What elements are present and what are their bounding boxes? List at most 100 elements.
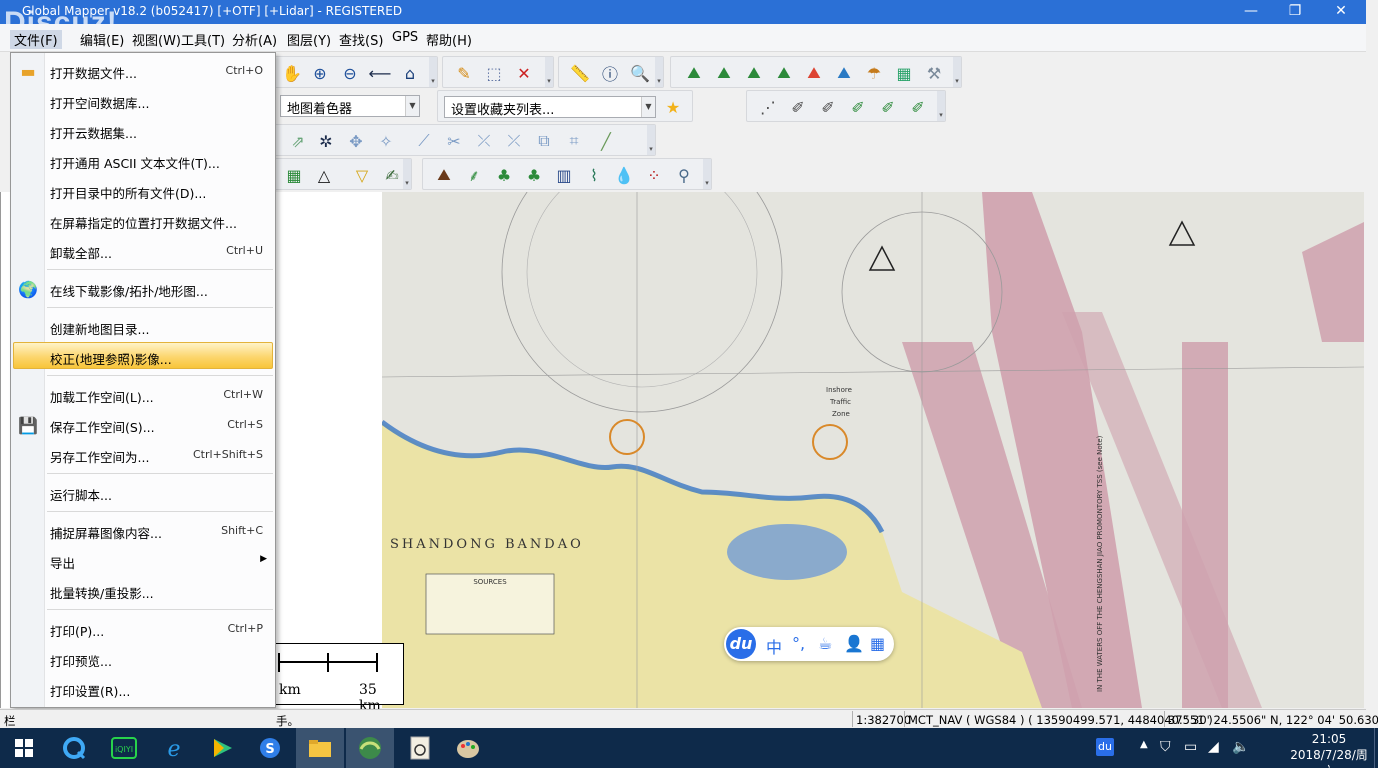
power-line-icon[interactable]: ⌇ <box>583 164 605 186</box>
cut-fill-icon[interactable]: ⛰ <box>773 62 795 84</box>
mountain-icon[interactable]: ⛰ <box>433 164 455 186</box>
ime-lang[interactable]: 中 <box>766 634 782 658</box>
line-draw-icon[interactable]: ⋰ <box>757 96 779 118</box>
join-icon[interactable]: ⤫ <box>473 130 495 152</box>
tray-expand-icon[interactable]: ▲ <box>1140 739 1148 750</box>
move-icon[interactable]: ✥ <box>345 130 367 152</box>
back-arrow-icon[interactable]: ⟵ <box>369 62 392 84</box>
ime-logo[interactable]: du <box>726 629 756 659</box>
grid-icon[interactable]: ▦ <box>283 164 305 186</box>
slope-icon[interactable]: ⛰ <box>743 62 765 84</box>
view-shed-icon[interactable]: ⛰ <box>803 62 825 84</box>
taskbar-ie[interactable]: e <box>150 728 198 768</box>
menu-file[interactable]: 文件(F) <box>10 30 62 49</box>
menu-help[interactable]: 帮助(H) <box>426 30 472 49</box>
shader-select[interactable]: 地图着色器 ▼ <box>280 95 420 117</box>
toolbar-grip[interactable]: ▾ <box>937 91 945 121</box>
taskbar-document[interactable] <box>396 728 444 768</box>
shader-icon[interactable]: ▦ <box>893 62 915 84</box>
menu-layer[interactable]: 图层(Y) <box>287 30 331 49</box>
menu-item-unload-all[interactable]: 卸载全部... Ctrl+U <box>11 235 275 265</box>
favorites-select[interactable]: 设置收藏夹列表... ▼ <box>444 96 656 118</box>
wifi-icon[interactable]: ◢ <box>1208 739 1219 755</box>
user-icon[interactable]: 👤 <box>844 634 864 653</box>
taskbar-global-mapper[interactable] <box>346 728 394 768</box>
network-icon[interactable]: ▭ <box>1184 739 1197 755</box>
ruler-icon[interactable]: ╱ <box>595 130 617 152</box>
connect-icon[interactable]: ✲ <box>315 130 337 152</box>
line-smooth-icon[interactable]: ✐ <box>817 96 839 118</box>
menu-item-save-workspace[interactable]: 💾 保存工作空间(S)... Ctrl+S <box>11 409 275 439</box>
terrain-icon[interactable]: ⛰ <box>683 62 705 84</box>
tray-baidu-ime[interactable]: du <box>1096 738 1114 756</box>
minimize-button[interactable]: — <box>1228 0 1274 24</box>
menu-analysis[interactable]: 分析(A) <box>232 30 277 49</box>
menu-item-export[interactable]: 导出 ▶ <box>11 545 275 575</box>
taskbar-paint[interactable] <box>444 728 492 768</box>
select-rect-icon[interactable]: ⬚ <box>483 62 505 84</box>
menu-item-run-script[interactable]: 运行脚本... <box>11 477 275 507</box>
menu-item-print-preview[interactable]: 打印预览... <box>11 643 275 673</box>
info-icon[interactable]: ⓘ <box>599 62 621 84</box>
shrub-icon[interactable]: ♣ <box>493 164 515 186</box>
filter-icon[interactable]: ▽ <box>351 164 373 186</box>
menu-tools[interactable]: 工具(T) <box>181 30 225 49</box>
menu-item-download-online[interactable]: 🌍 在线下载影像/拓扑/地形图... <box>11 273 275 303</box>
edit-attr-icon[interactable]: ✍ <box>381 164 403 186</box>
measure-icon[interactable]: 📏 <box>569 62 591 84</box>
menu-item-open-data[interactable]: ▬ 打开数据文件... Ctrl+O <box>11 55 275 85</box>
menu-item-rectify-image[interactable]: 校正(地理参照)影像... <box>11 341 275 371</box>
menu-item-save-workspace-as[interactable]: 另存工作空间为... Ctrl+Shift+S <box>11 439 275 469</box>
tree-icon[interactable]: ♣ <box>523 164 545 186</box>
apps-grid-icon[interactable]: ▦ <box>870 634 885 653</box>
vertex-icon[interactable]: ✧ <box>375 130 397 152</box>
copy-icon[interactable]: ⧉ <box>533 130 555 152</box>
menu-item-open-spatial-db[interactable]: 打开空间数据库... <box>11 85 275 115</box>
zoom-in-icon[interactable]: ⊕ <box>309 62 331 84</box>
crop-icon[interactable]: ⌗ <box>563 130 585 152</box>
pencil-icon[interactable]: ✎ <box>453 62 475 84</box>
toolbar-grip[interactable]: ▾ <box>655 57 663 87</box>
toolbar-grip[interactable]: ▾ <box>403 159 411 189</box>
pan-icon[interactable]: ✋ <box>281 62 303 84</box>
area-draw-icon[interactable]: ✐ <box>847 96 869 118</box>
toolbar-grip[interactable]: ▾ <box>545 57 553 87</box>
line-edit-icon[interactable]: ✐ <box>787 96 809 118</box>
toolbar-grip[interactable]: ▾ <box>429 57 437 87</box>
star-icon[interactable]: ★ <box>662 96 684 118</box>
toolbar-grip[interactable]: ▾ <box>647 125 655 155</box>
taskbar-browser-q[interactable] <box>50 728 98 768</box>
tools-icon[interactable]: ⚒ <box>923 62 945 84</box>
watershed-icon[interactable]: ⛰ <box>833 62 855 84</box>
point-draw-icon[interactable]: ✐ <box>907 96 929 118</box>
taskbar-iqiyi[interactable]: iQIYI <box>100 728 148 768</box>
menu-item-open-cloud[interactable]: 打开云数据集... <box>11 115 275 145</box>
volume-icon[interactable]: 🔈 <box>1232 739 1249 755</box>
ime-toolbar[interactable]: du 中 °, ☕ 👤 ▦ <box>724 627 894 661</box>
cut-icon[interactable]: ✂ <box>443 130 465 152</box>
menu-item-print-setup[interactable]: 打印设置(R)... <box>11 673 275 703</box>
menu-edit[interactable]: 编辑(E) <box>80 30 124 49</box>
home-icon[interactable]: ⌂ <box>399 62 421 84</box>
menu-item-create-catalog[interactable]: 创建新地图目录... <box>11 311 275 341</box>
snap-icon[interactable]: ⤫ <box>503 130 525 152</box>
taskbar-player[interactable] <box>198 728 246 768</box>
contour-icon[interactable]: ⛰ <box>713 62 735 84</box>
menu-search[interactable]: 查找(S) <box>339 30 383 49</box>
water-drop-icon[interactable]: 💧 <box>613 164 635 186</box>
start-button[interactable] <box>0 728 48 768</box>
menu-item-batch-convert[interactable]: 批量转换/重投影... <box>11 575 275 605</box>
menu-view[interactable]: 视图(W) <box>132 30 181 49</box>
triangle-icon[interactable]: △ <box>313 164 335 186</box>
menu-gps[interactable]: GPS <box>392 30 418 45</box>
show-desktop-button[interactable] <box>1374 728 1378 768</box>
taskbar-explorer[interactable] <box>296 728 344 768</box>
feature-info-icon[interactable]: 🔍 <box>629 62 651 84</box>
split-icon[interactable]: ⟋ <box>413 130 435 152</box>
search-feature-icon[interactable]: ⚲ <box>673 164 695 186</box>
menu-item-capture-screen[interactable]: 捕捉屏幕图像内容... Shift+C <box>11 515 275 545</box>
taskbar-sogou[interactable]: S <box>246 728 294 768</box>
menu-item-load-workspace[interactable]: 加载工作空间(L)... Ctrl+W <box>11 379 275 409</box>
restore-button[interactable]: ❐ <box>1272 0 1318 24</box>
menu-item-open-dir[interactable]: 打开目录中的所有文件(D)... <box>11 175 275 205</box>
